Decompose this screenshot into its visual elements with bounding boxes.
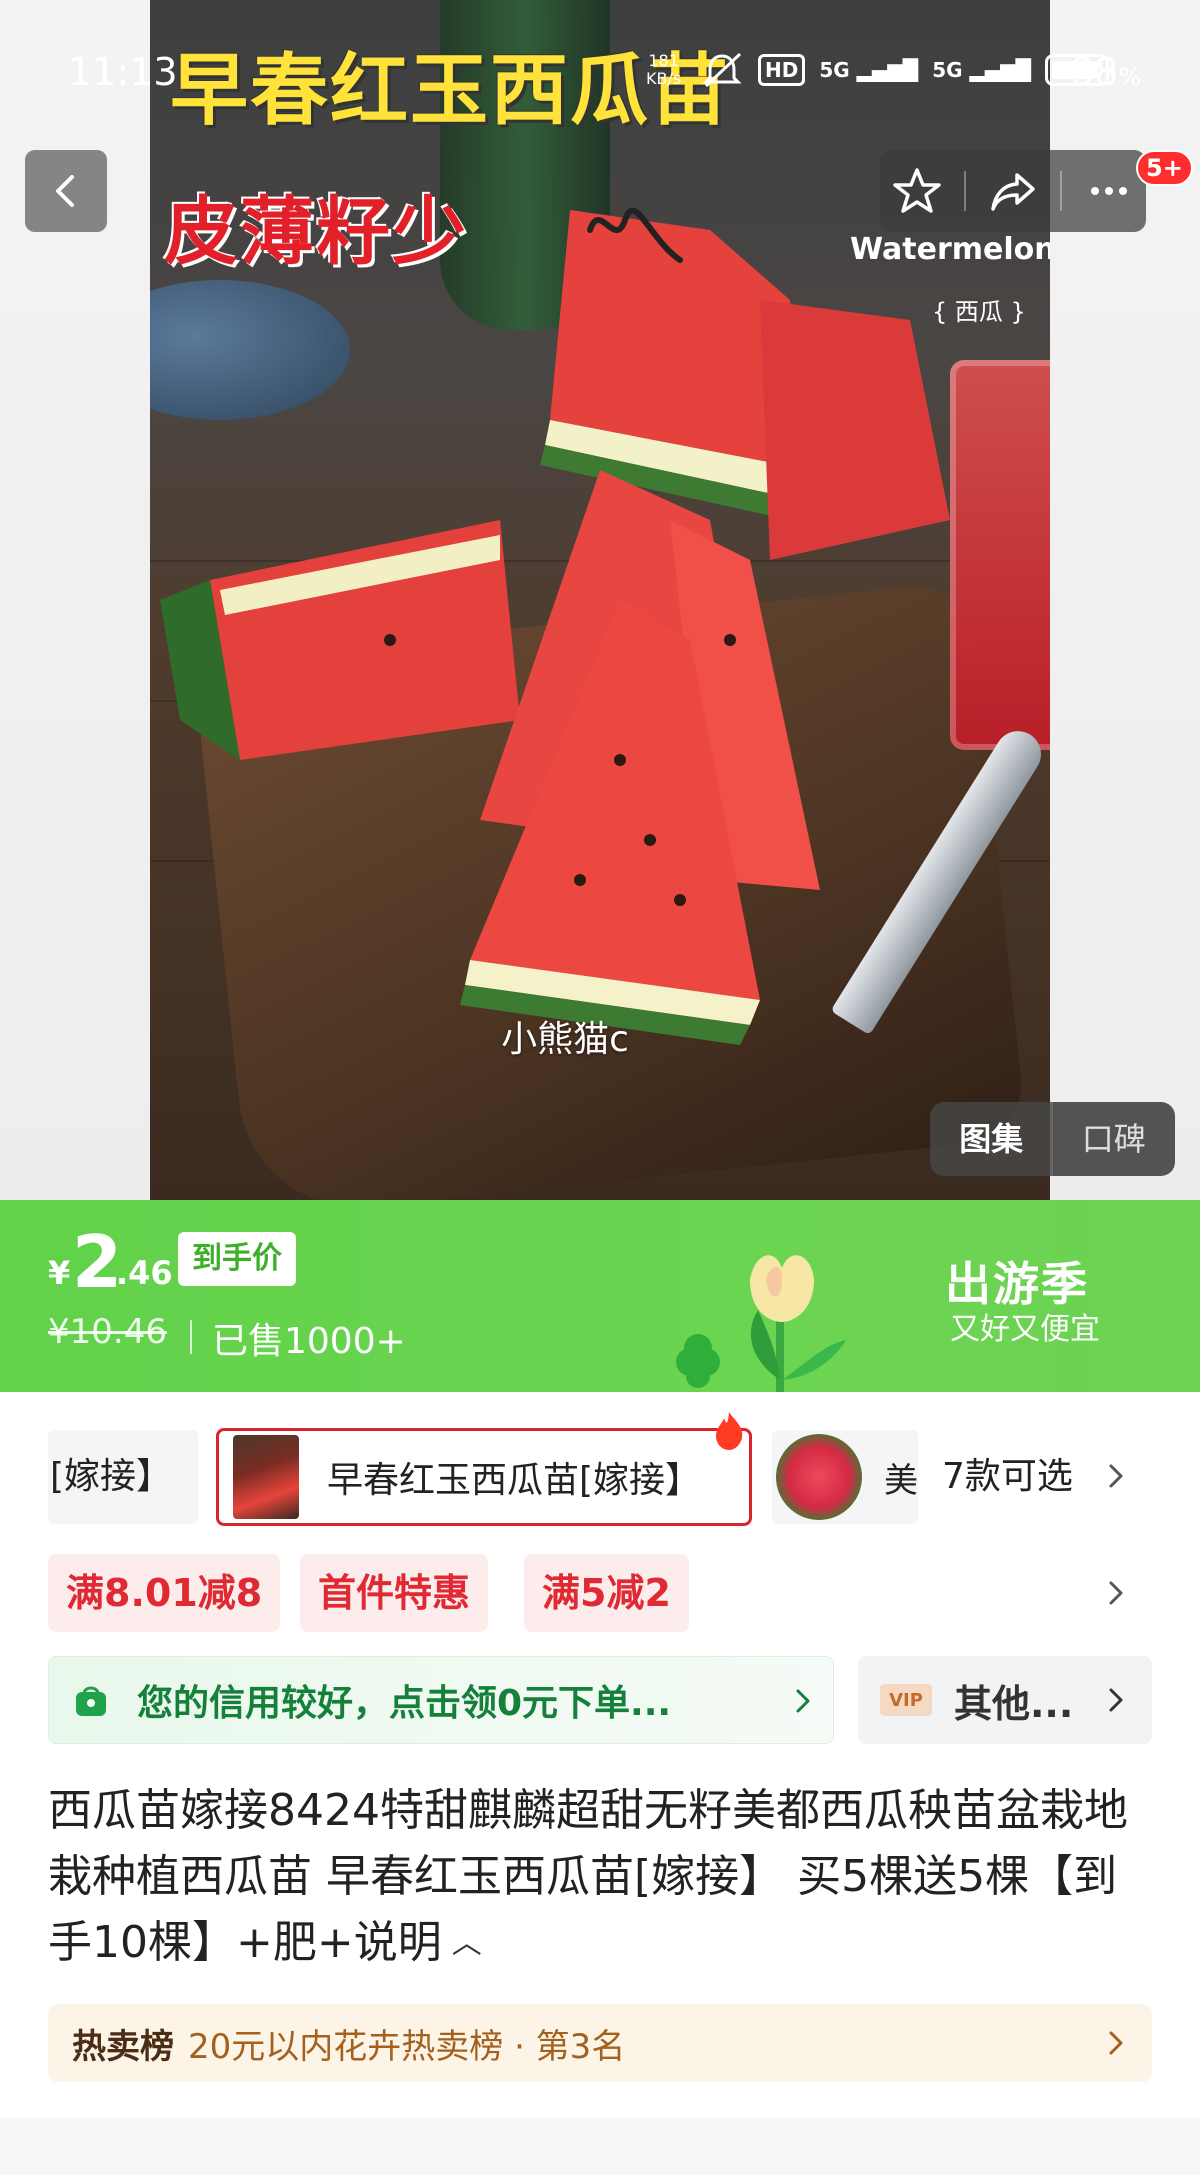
credit-promo-text: 您的信用较好，点击领0元下单... xyxy=(137,1683,672,1724)
status-time: 11:13 xyxy=(68,50,178,94)
promo-subtitle: 又好又便宜 xyxy=(950,1312,1100,1347)
hero-subtitle: 皮薄籽少 xyxy=(164,189,468,275)
ranking-text: 20元以内花卉热卖榜 · 第3名 xyxy=(188,2026,626,2067)
price-integer: 2 xyxy=(72,1220,123,1304)
credit-promo-card[interactable]: 您的信用较好，点击领0元下单... xyxy=(48,1656,834,1744)
ranking-label: 热卖榜 xyxy=(72,2026,174,2067)
hero-english-label: Watermelon xyxy=(850,232,1050,267)
sim2-label: 5G xyxy=(932,58,963,82)
chevron-right-icon[interactable] xyxy=(1102,1462,1130,1490)
hot-icon xyxy=(716,1412,743,1450)
sku-selector: [嫁接】 早春红玉西瓜苗[嫁接】 美 7款可选 xyxy=(0,1392,1200,1562)
tab-gallery[interactable]: 图集 xyxy=(930,1102,1053,1176)
action-divider xyxy=(963,171,966,211)
chevron-right-icon xyxy=(1109,1688,1123,1712)
action-divider xyxy=(1060,171,1063,211)
chevron-right-icon[interactable] xyxy=(1102,1579,1130,1607)
back-button[interactable] xyxy=(25,150,107,232)
battery-value: 88 xyxy=(1070,50,1119,94)
sku-count[interactable]: 7款可选 xyxy=(942,1430,1073,1524)
status-icons: HD 5G ▂▄▆█ 5G ▂▄▆█ xyxy=(700,50,1116,90)
vip-benefits-card[interactable]: VIP 其他... xyxy=(858,1656,1152,1744)
coupon-list: 满8.01减8 首件特惠 满5减2 xyxy=(0,1554,1200,1634)
vip-icon: VIP xyxy=(880,1684,932,1716)
image-watermark: 小熊猫c xyxy=(501,1019,629,1060)
price-divider xyxy=(190,1320,192,1354)
sim1-label: 5G xyxy=(819,58,850,82)
sold-count: 已售1000+ xyxy=(212,1321,406,1362)
hero-chinese-label: { 西瓜 } xyxy=(932,298,1026,326)
sku-thumbnail xyxy=(233,1435,299,1519)
price-decimal: .46 xyxy=(116,1254,173,1292)
chevron-up-icon[interactable]: ︿ xyxy=(452,1911,482,1977)
product-title-text: 西瓜苗嫁接8424特甜麒麟超甜无籽美都西瓜秧苗盆栽地栽种植西瓜苗 早春红玉西瓜苗… xyxy=(48,1785,1128,1968)
coupon-tag[interactable]: 满5减2 xyxy=(524,1554,689,1632)
network-speed: 181 KB/s xyxy=(646,52,681,88)
network-speed-unit: KB/s xyxy=(646,69,682,88)
price-banner: ¥ 2 .46 到手价 ¥10.46 已售1000+ 出游季 又好又便宜 xyxy=(0,1200,1200,1392)
mute-icon xyxy=(702,52,742,88)
chevron-right-icon xyxy=(1109,2031,1123,2055)
hd-icon: HD xyxy=(758,54,806,86)
back-icon xyxy=(56,175,74,207)
sku-option-selected[interactable]: 早春红玉西瓜苗[嫁接】 xyxy=(216,1428,752,1526)
coupon-tag[interactable]: 满8.01减8 xyxy=(48,1554,281,1632)
final-price-tag: 到手价 xyxy=(178,1232,296,1286)
ranking-bar[interactable]: 热卖榜 20元以内花卉热卖榜 · 第3名 xyxy=(48,2004,1152,2082)
tab-reviews[interactable]: 口碑 xyxy=(1053,1102,1176,1176)
sku-thumbnail xyxy=(776,1434,862,1520)
original-price: ¥10.46 xyxy=(48,1312,167,1352)
sku-option[interactable]: [嫁接】 xyxy=(48,1430,198,1524)
sku-option[interactable]: 美 xyxy=(772,1430,918,1524)
top-action-group xyxy=(880,150,1146,232)
coupon-tag[interactable]: 首件特惠 xyxy=(300,1554,489,1632)
sku-option-label: 早春红玉西瓜苗[嫁接】 xyxy=(327,1460,702,1501)
star-icon[interactable] xyxy=(891,165,943,217)
scribble-icon xyxy=(587,207,683,263)
share-icon[interactable] xyxy=(987,165,1039,217)
section-divider xyxy=(0,2118,1200,2175)
network-speed-value: 181 xyxy=(648,51,679,70)
hd-label: HD xyxy=(765,58,799,82)
sku-option-label: 美 xyxy=(884,1460,918,1501)
message-badge[interactable]: 5+ xyxy=(1136,150,1193,186)
sim1-signal-icon: 5G ▂▄▆█ xyxy=(819,58,919,82)
currency-symbol: ¥ xyxy=(48,1254,71,1292)
status-bar: 11:13 181 KB/s HD 5G ▂▄▆█ 5G ▂▄▆█ 88% xyxy=(0,0,1200,140)
battery-percent: 88% xyxy=(1070,50,1142,94)
chevron-right-icon xyxy=(796,1689,810,1713)
gallery-toggle: 图集 口碑 xyxy=(930,1102,1175,1176)
product-title: 西瓜苗嫁接8424特甜麒麟超甜无籽美都西瓜秧苗盆栽地栽种植西瓜苗 早春红玉西瓜苗… xyxy=(48,1778,1158,1981)
more-icon[interactable] xyxy=(1083,165,1135,217)
bag-icon xyxy=(76,1686,106,1716)
tulip-icon xyxy=(676,1255,846,1392)
sim2-signal-icon: 5G ▂▄▆█ xyxy=(932,58,1032,82)
vip-benefits-text: 其他... xyxy=(954,1681,1074,1726)
